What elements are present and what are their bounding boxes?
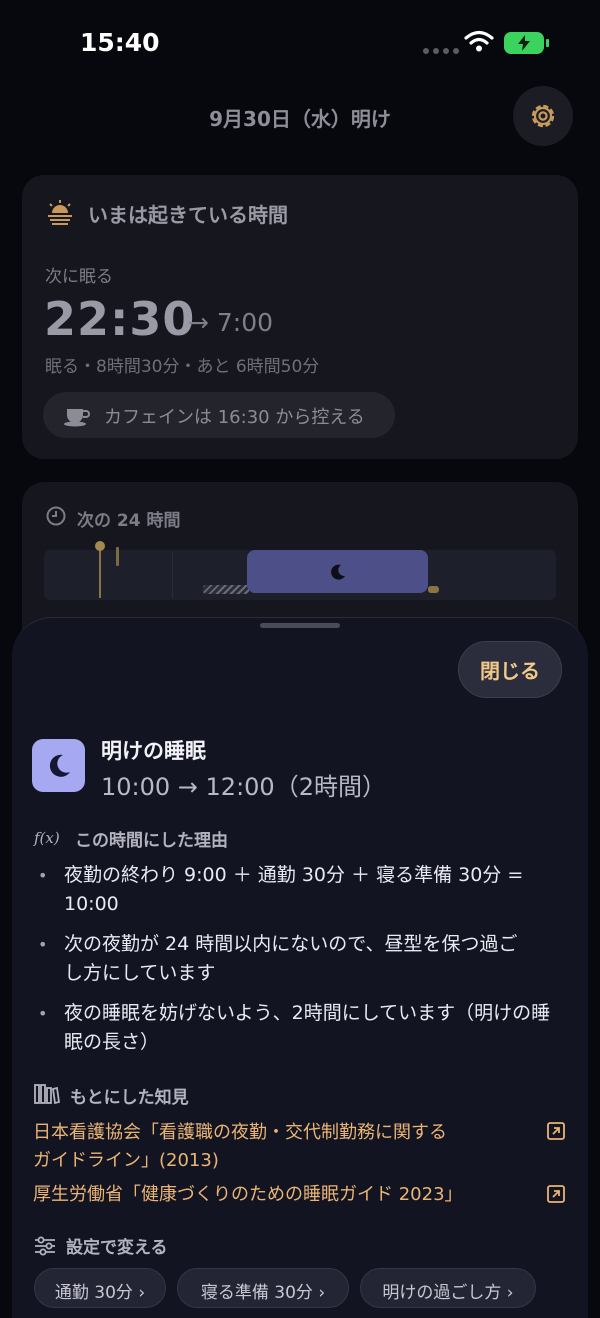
function-icon: f(x) (34, 829, 60, 847)
sleep-summary: 眠る・8時間30分・あと 6時間50分 (45, 357, 320, 377)
reason-heading: この時間にした理由 (75, 831, 228, 851)
battery-icon (504, 32, 544, 54)
now-marker-dot (95, 541, 105, 551)
bullet-dot: • (38, 935, 48, 954)
wake-time: → 7:00 (188, 308, 274, 337)
settings-heading: 設定で変える (66, 1238, 168, 1258)
setting-chip-morning[interactable]: 明けの過ごし方 › (360, 1268, 536, 1308)
reason-item: 次の夜勤が 24 時間以内にないので、昼型を保つ過ごし方にしています (64, 933, 518, 984)
setting-chip-commute[interactable]: 通勤 30分 › (34, 1268, 166, 1308)
prep-segment (203, 585, 249, 594)
moon-icon (330, 564, 345, 580)
sleep-time: 22:30 (44, 292, 196, 346)
sleep-title: 明けの睡眠 (101, 739, 206, 763)
now-marker (99, 546, 101, 598)
status-time: 15:40 (80, 28, 160, 57)
gear-icon (531, 104, 555, 128)
sheet-grabber[interactable] (260, 623, 340, 628)
caffeine-text: カフェインは 16:30 から控える (104, 407, 365, 428)
battery-nub (546, 39, 549, 47)
external-link-icon[interactable] (546, 1121, 566, 1145)
books-icon (34, 1083, 61, 1109)
sleep-time-range: 10:00 → 12:00（2時間） (101, 773, 386, 801)
reason-item: 夜の睡眠を妨げないよう、2時間にしています（明けの睡眠の長さ） (64, 1002, 551, 1053)
bullet-dot: • (38, 866, 48, 885)
sleep-block[interactable] (247, 550, 428, 593)
bullet-dot: • (38, 1004, 48, 1023)
timeline-tick (116, 547, 119, 566)
moon-icon (49, 754, 70, 777)
sliders-icon (34, 1236, 56, 1260)
reason-item: 夜勤の終わり 9:00 ＋ 通勤 30分 ＋ 寝る準備 30分 = 10:00 (64, 864, 524, 915)
clock-icon (45, 505, 67, 531)
sunrise-icon (46, 198, 74, 230)
wifi-icon (464, 30, 494, 56)
reference-link[interactable]: 日本看護協会「看護職の夜勤・交代制勤務に関するガイドライン」(2013) (33, 1119, 463, 1175)
coffee-cup-icon (62, 402, 90, 432)
timeline-divider (172, 552, 173, 598)
sleep-type-tile (32, 739, 85, 792)
awake-title: いまは起きている時間 (88, 203, 288, 227)
next-sleep-label: 次に眠る (45, 267, 113, 287)
setting-chip-prep[interactable]: 寝る準備 30分 › (177, 1268, 349, 1308)
page-title: 9月30日（水）明け (209, 107, 391, 131)
cellular-signal-icon (423, 48, 459, 54)
basis-heading: もとにした知見 (70, 1088, 189, 1108)
close-button[interactable]: 閉じる (458, 641, 562, 698)
settings-button[interactable] (513, 86, 573, 146)
external-link-icon[interactable] (546, 1184, 566, 1208)
wake-segment (428, 586, 439, 593)
reference-link[interactable]: 厚生労働省「健康づくりのための睡眠ガイド 2023」 (33, 1181, 513, 1209)
timeline-title: 次の 24 時間 (77, 511, 181, 531)
